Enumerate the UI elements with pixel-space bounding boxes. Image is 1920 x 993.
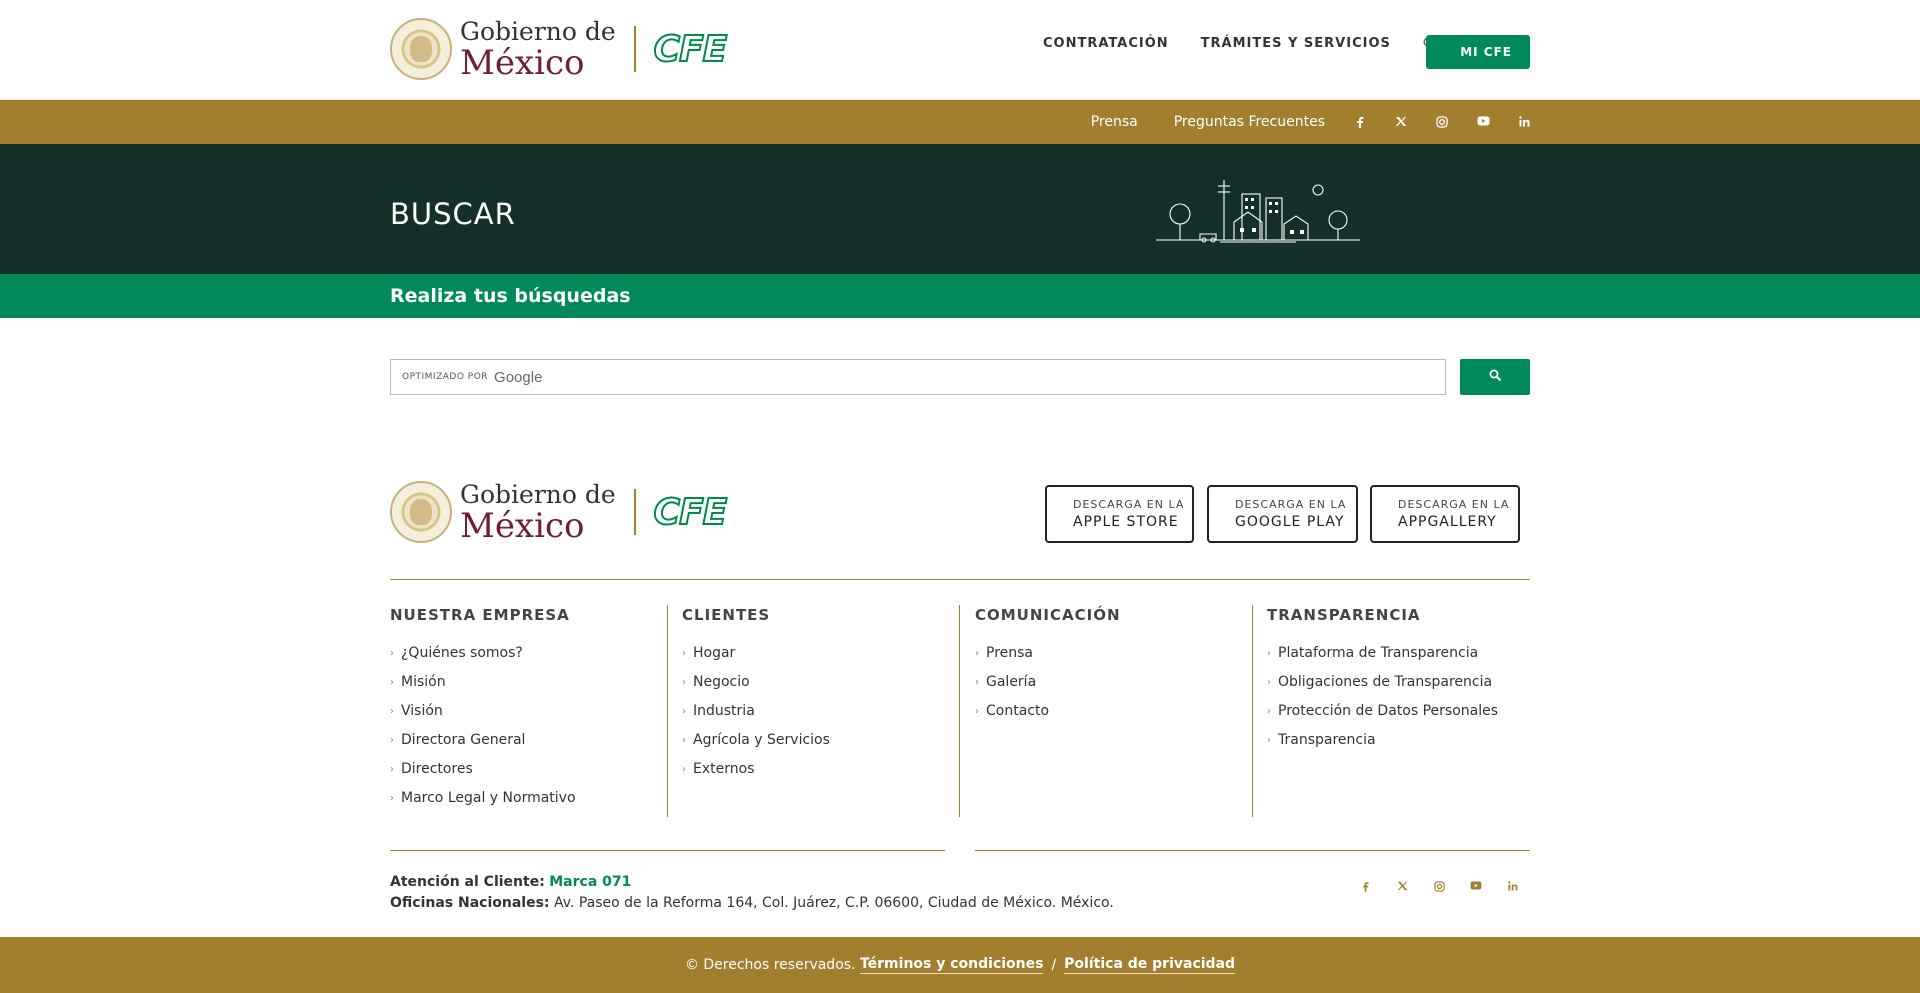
footer-link[interactable]: › Misión xyxy=(390,674,576,703)
top-nav: CONTRATACIÓN TRÁMITES Y SERVICIOS xyxy=(1043,36,1469,51)
youtube-icon[interactable] xyxy=(1470,881,1482,893)
facebook-icon[interactable] xyxy=(1359,881,1371,893)
page-hero: BUSCAR xyxy=(0,144,1920,274)
search-input[interactable]: OPTIMIZADO POR Google xyxy=(390,359,1446,395)
footer-link[interactable]: › Marco Legal y Normativo xyxy=(390,790,576,819)
nav-contratacion[interactable]: CONTRATACIÓN xyxy=(1043,36,1169,51)
search-subheader: Realiza tus búsquedas xyxy=(0,274,1920,318)
youtube-icon[interactable] xyxy=(1477,116,1490,128)
city-illustration-icon xyxy=(1156,180,1360,243)
chevron-right-icon: › xyxy=(1267,677,1271,688)
footer-link[interactable]: › ¿Quiénes somos? xyxy=(390,645,576,674)
footer-link[interactable]: › Galería xyxy=(975,674,1121,703)
chevron-right-icon: › xyxy=(682,735,686,746)
footer-link[interactable]: › Protección de Datos Personales xyxy=(1267,703,1498,732)
chevron-right-icon: › xyxy=(1267,735,1271,746)
secondary-nav-bar: Prensa Preguntas Frecuentes xyxy=(0,100,1920,144)
footer-column-nuestra-empresa: NUESTRA EMPRESA › ¿Quiénes somos? › Misión… xyxy=(390,606,576,819)
powered-by-label: OPTIMIZADO POR xyxy=(402,372,489,382)
column-divider xyxy=(959,605,960,817)
terms-link[interactable]: Términos y condiciones xyxy=(859,956,1044,974)
appgallery-button[interactable]: DESCARGA EN LA APPGALLERY xyxy=(1370,485,1520,543)
column-divider xyxy=(667,605,668,817)
chevron-right-icon: › xyxy=(682,706,686,717)
privacy-link[interactable]: Política de privacidad xyxy=(1064,956,1236,974)
chevron-right-icon: › xyxy=(975,677,979,688)
twitter-icon[interactable] xyxy=(1395,116,1407,128)
nav-prensa[interactable]: Prensa xyxy=(1091,114,1138,130)
chevron-right-icon: › xyxy=(390,677,394,688)
copyright: © Derechos reservados. xyxy=(684,957,856,973)
mi-cfe-button[interactable]: MI CFE xyxy=(1426,35,1530,69)
logo-divider xyxy=(633,26,636,72)
footer-link[interactable]: › Industria xyxy=(682,703,830,732)
search-subtitle: Realiza tus búsquedas xyxy=(390,285,631,307)
footer-link[interactable]: › Agrícola y Servicios xyxy=(682,732,830,761)
cfe-logo: CFE xyxy=(653,28,729,71)
apple-store-button[interactable]: DESCARGA EN LA APPLE STORE xyxy=(1045,485,1194,543)
contact-info: Atención al Cliente: Marca 071 Oficinas … xyxy=(390,874,1114,911)
chevron-right-icon: › xyxy=(1267,648,1271,659)
footer-link[interactable]: › Obligaciones de Transparencia xyxy=(1267,674,1498,703)
linkedin-icon[interactable] xyxy=(1518,116,1530,128)
google-play-button[interactable]: DESCARGA EN LA GOOGLE PLAY xyxy=(1207,485,1358,543)
chevron-right-icon: › xyxy=(390,706,394,717)
mexico-seal-icon xyxy=(390,481,452,543)
facebook-icon[interactable] xyxy=(1354,116,1366,128)
footer-divider xyxy=(390,579,1530,580)
mexico-seal-icon xyxy=(390,18,452,80)
footer-link[interactable]: › Directores xyxy=(390,761,576,790)
footer-column-comunicacion: COMUNICACIÓN › Prensa › Galería › Contacto xyxy=(975,606,1121,732)
footer-link[interactable]: › Prensa xyxy=(975,645,1121,674)
footer-link[interactable]: › Visión xyxy=(390,703,576,732)
chevron-right-icon: › xyxy=(390,648,394,659)
footer-link[interactable]: › Hogar xyxy=(682,645,830,674)
google-brand: Google xyxy=(494,368,543,386)
footer-social xyxy=(1334,881,1519,893)
legal-bar: © Derechos reservados. Términos y condic… xyxy=(0,937,1920,993)
secondary-nav: Prensa Preguntas Frecuentes xyxy=(1055,100,1530,144)
search-icon xyxy=(1489,369,1502,386)
search-button[interactable] xyxy=(1460,359,1530,395)
column-divider xyxy=(1252,605,1253,817)
chevron-right-icon: › xyxy=(975,706,979,717)
chevron-right-icon: › xyxy=(975,648,979,659)
footer-link[interactable]: › Transparencia xyxy=(1267,732,1498,761)
chevron-right-icon: › xyxy=(682,648,686,659)
cfe-logo: CFE xyxy=(653,491,729,534)
instagram-icon[interactable] xyxy=(1433,881,1445,893)
page-title: BUSCAR xyxy=(390,197,516,231)
office-address: Av. Paseo de la Reforma 164, Col. Juárez… xyxy=(553,895,1114,911)
chevron-right-icon: › xyxy=(390,764,394,775)
twitter-icon[interactable] xyxy=(1396,881,1408,893)
chevron-right-icon: › xyxy=(682,677,686,688)
linkedin-icon[interactable] xyxy=(1507,881,1519,893)
footer-link[interactable]: › Plataforma de Transparencia xyxy=(1267,645,1498,674)
footer-divider-right xyxy=(975,850,1530,851)
footer-link[interactable]: › Directora General xyxy=(390,732,576,761)
customer-phone-link[interactable]: Marca 071 xyxy=(549,874,631,890)
site-header: Gobierno de México CFE CONTRATACIÓN TRÁM… xyxy=(0,0,1920,100)
logo-divider xyxy=(633,489,636,535)
gobierno-de-mexico-logo: Gobierno de México xyxy=(460,16,616,83)
footer-column-transparencia: TRANSPARENCIA › Plataforma de Transparenc… xyxy=(1267,606,1498,761)
footer-link[interactable]: › Contacto xyxy=(975,703,1121,732)
chevron-right-icon: › xyxy=(390,793,394,804)
gobierno-cfe-logo[interactable]: Gobierno de México CFE xyxy=(390,16,729,83)
nav-tramites-servicios[interactable]: TRÁMITES Y SERVICIOS xyxy=(1201,36,1391,51)
chevron-right-icon: › xyxy=(1267,706,1271,717)
footer-link[interactable]: › Negocio xyxy=(682,674,830,703)
footer-column-clientes: CLIENTES › Hogar › Negocio › Industria › Agr… xyxy=(682,606,830,790)
instagram-icon[interactable] xyxy=(1436,116,1448,128)
gobierno-de-mexico-logo: Gobierno de México xyxy=(460,479,616,546)
chevron-right-icon: › xyxy=(682,764,686,775)
footer-divider-left xyxy=(390,850,945,851)
footer-link[interactable]: › Externos xyxy=(682,761,830,790)
footer-logo[interactable]: Gobierno de México CFE xyxy=(390,479,729,546)
nav-preguntas-frecuentes[interactable]: Preguntas Frecuentes xyxy=(1174,114,1325,130)
chevron-right-icon: › xyxy=(390,735,394,746)
